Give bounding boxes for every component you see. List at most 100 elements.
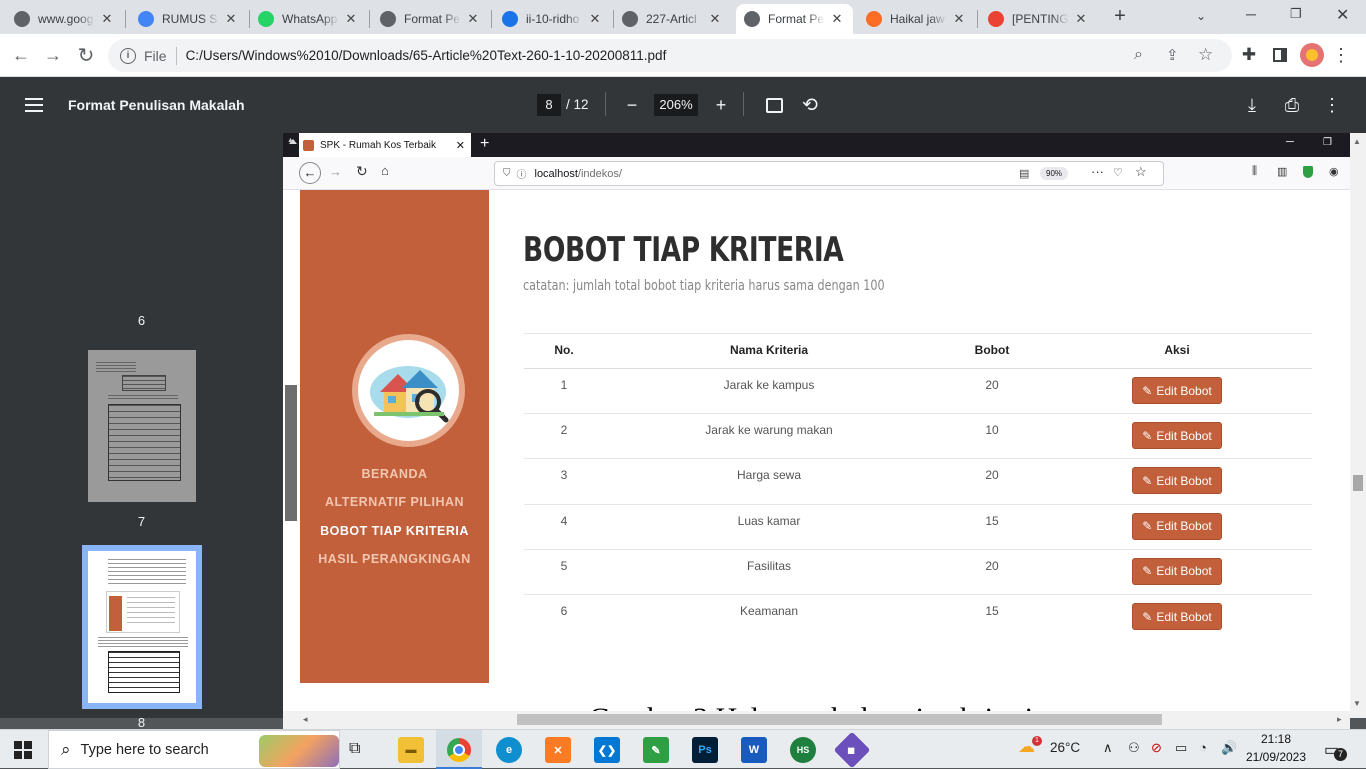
download-icon[interactable]: ⤓ [1240, 93, 1264, 117]
hamburger-menu-icon[interactable] [22, 93, 46, 117]
page-number-input[interactable]: 8 [537, 94, 561, 116]
browser-tab[interactable]: WhatsApp ✕ [250, 4, 367, 34]
tab-close-icon[interactable]: ✕ [1073, 11, 1089, 27]
table-header-cell: Aksi [1164, 343, 1190, 357]
row-divider [524, 503, 1312, 505]
close-window-icon[interactable]: ✕ [1336, 5, 1349, 25]
side-panel-icon[interactable] [1269, 44, 1291, 66]
scroll-right-arrow-icon[interactable]: ▸ [1337, 714, 1342, 725]
page-thumbnail-7[interactable] [88, 350, 196, 502]
page-vertical-scrollbar[interactable]: ▲ ▼ [1350, 133, 1366, 718]
zoom-out-icon[interactable]: − [620, 93, 644, 117]
tray-network-error-icon[interactable]: ⊘ [1151, 740, 1162, 756]
tab-close-icon[interactable]: ✕ [951, 11, 967, 27]
taskbar-chrome-active[interactable] [436, 730, 482, 769]
fit-to-page-icon[interactable] [762, 93, 786, 117]
edit-bobot-button[interactable]: ✎ Edit Bobot [1132, 377, 1222, 404]
task-view-icon[interactable]: ⧉ [349, 740, 360, 758]
tab-close-icon[interactable]: ✕ [99, 11, 115, 27]
hs-app-icon[interactable]: HS [790, 737, 816, 763]
bookmark-star-icon[interactable]: ☆ [1198, 45, 1213, 65]
profile-avatar[interactable] [1300, 43, 1324, 67]
edit-bobot-button[interactable]: ✎ Edit Bobot [1132, 467, 1222, 495]
word-icon[interactable]: W [741, 737, 767, 763]
photoshop-icon[interactable]: Ps [692, 737, 718, 763]
edit-bobot-button[interactable]: ✎ Edit Bobot [1132, 422, 1222, 450]
page-horizontal-scrollbar[interactable]: ◂ ▸ [283, 711, 1350, 729]
embedded-forward-icon: → [329, 164, 342, 179]
info-icon[interactable]: i [120, 47, 136, 64]
browser-tab[interactable]: RUMUS SI ✕ [130, 4, 247, 34]
browser-tab[interactable]: Haikal jaw ✕ [858, 4, 975, 34]
edit-bobot-button[interactable]: ✎ Edit Bobot [1132, 512, 1222, 540]
zoom-magnifier-icon[interactable]: ⌕ [1134, 46, 1143, 64]
rotate-icon[interactable]: ⟲ [798, 93, 822, 117]
taskbar-search-box[interactable]: ⌕ Type here to search [48, 730, 340, 769]
tab-close-icon[interactable]: ✕ [707, 11, 723, 27]
new-tab-button[interactable]: + [1110, 6, 1130, 26]
tab-search-chevron-icon[interactable]: ⌄ [1196, 9, 1206, 23]
browser-tab[interactable]: Format Pe ✕ [372, 4, 489, 34]
xampp-icon[interactable]: ✕ [545, 737, 571, 763]
tab-close-icon[interactable]: ✕ [223, 11, 239, 27]
chrome-menu-icon[interactable]: ⋮ [1330, 44, 1352, 66]
search-icon: ⌕ [61, 739, 71, 759]
embedded-zoom-badge: 90% [1040, 167, 1069, 180]
git-icon[interactable]: ◆ [833, 731, 871, 769]
embedded-sidebar-icon: ▥ [1277, 166, 1288, 178]
tray-headset-icon[interactable]: ⚇ [1128, 740, 1140, 756]
browser-tab[interactable]: ii-10-ridho ✕ [494, 4, 611, 34]
criteria-name: Keamanan [739, 604, 799, 618]
zoom-level-input[interactable]: 206% [654, 94, 698, 116]
clock-date[interactable]: 21/09/2023 [1244, 750, 1308, 764]
tab-close-icon[interactable]: ✕ [829, 11, 845, 27]
weather-temperature[interactable]: 26°C [1050, 740, 1080, 755]
tray-chevron-up-icon[interactable]: ∧ [1103, 740, 1113, 756]
address-url-text[interactable]: C:/Users/Windows%2010/Downloads/65-Artic… [186, 48, 667, 63]
vertical-scrollbar-thumb[interactable] [1353, 475, 1363, 491]
horizontal-scrollbar-thumb[interactable] [517, 714, 1162, 725]
file-explorer-icon[interactable]: ▬ [398, 737, 424, 763]
restore-window-icon[interactable]: ❐ [1290, 6, 1302, 22]
tab-close-icon[interactable]: ✕ [343, 11, 359, 27]
browser-tab[interactable]: 227-Articl ✕ [614, 4, 731, 34]
edit-bobot-button[interactable]: ✎ Edit Bobot [1132, 603, 1222, 630]
tab-close-icon[interactable]: ✕ [465, 11, 481, 27]
browser-tab[interactable]: www.goog ✕ [6, 4, 123, 34]
sidebar-scrollbar-thumb[interactable] [285, 385, 297, 521]
thumbnail-label: 6 [137, 313, 146, 328]
forward-arrow-icon[interactable]: → [42, 44, 64, 66]
thumbnail-label: 7 [137, 514, 146, 529]
windows-start-icon[interactable] [14, 741, 32, 764]
tab-close-icon[interactable]: ✕ [587, 11, 603, 27]
extensions-puzzle-icon[interactable]: ✚ [1238, 44, 1260, 66]
notepad-icon[interactable]: ✎ [643, 737, 669, 763]
address-bar[interactable]: i File C:/Users/Windows%2010/Downloads/6… [108, 39, 1232, 72]
tray-wifi-icon[interactable]: ◔ [1199, 740, 1207, 755]
minimize-window-icon[interactable]: ─ [1246, 6, 1256, 22]
edit-bobot-button[interactable]: ✎ Edit Bobot [1132, 557, 1222, 585]
row-number: 1 [560, 378, 568, 392]
tray-battery-icon[interactable]: ▭ [1175, 740, 1187, 756]
browser-tab[interactable]: Format Pe ✕ [736, 4, 853, 34]
vscode-icon[interactable]: ❮❯ [594, 737, 620, 763]
sidebar-scroll-up-icon[interactable]: ▲ [287, 137, 294, 144]
print-icon[interactable]: ⎙ [1280, 93, 1304, 117]
edit-icon: ✎ [1142, 564, 1153, 579]
edge-icon[interactable]: e [496, 737, 522, 763]
reload-icon[interactable]: ↻ [75, 44, 97, 67]
scroll-up-arrow-icon[interactable]: ▲ [1353, 137, 1361, 146]
criteria-weight: 20 [985, 558, 999, 573]
back-arrow-icon[interactable]: ← [10, 44, 32, 66]
tray-volume-icon[interactable]: 🔊 [1221, 740, 1237, 756]
share-icon[interactable]: ⇪ [1166, 46, 1179, 64]
page-thumbnail-8-selected[interactable] [82, 545, 202, 709]
browser-tab[interactable]: [PENTING ✕ [980, 4, 1097, 34]
scroll-down-arrow-icon[interactable]: ▼ [1353, 699, 1361, 708]
pdf-page-view: SPK - Rumah Kos Terbaik ✕ + ─ ❐ ← → ↻ ⌂ … [283, 133, 1350, 711]
more-options-icon[interactable]: ⋮ [1320, 93, 1344, 117]
page-total-label: / 12 [566, 97, 589, 112]
clock-time[interactable]: 21:18 [1247, 732, 1305, 746]
zoom-in-icon[interactable]: + [709, 93, 733, 117]
scroll-left-arrow-icon[interactable]: ◂ [303, 714, 308, 725]
